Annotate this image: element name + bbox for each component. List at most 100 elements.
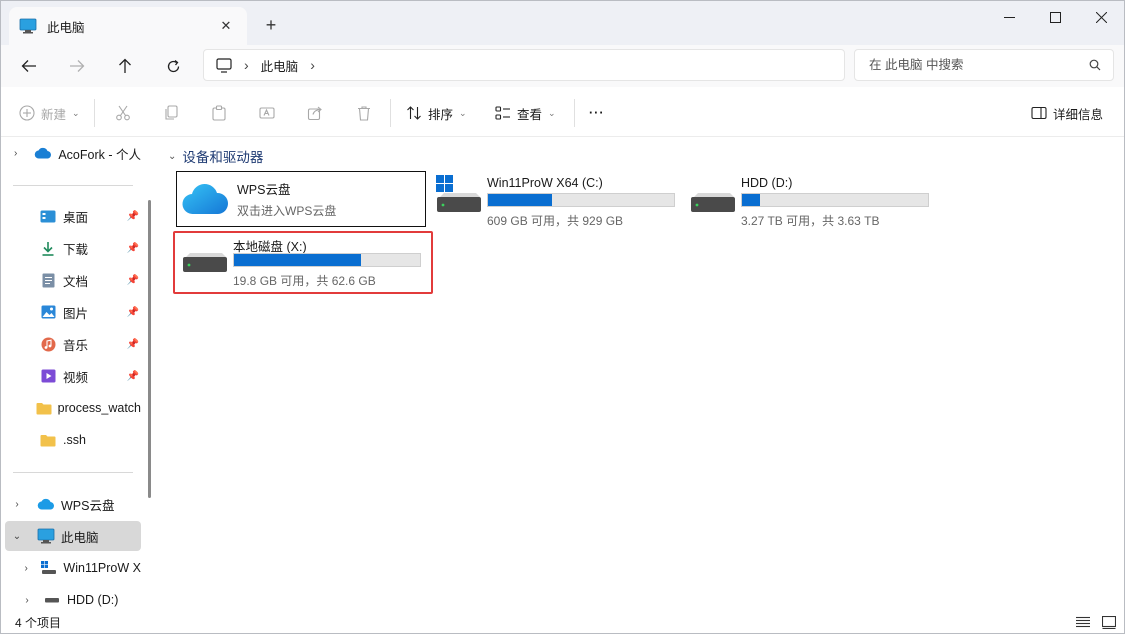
refresh-icon xyxy=(167,59,179,72)
close-window-button[interactable] xyxy=(1078,1,1124,33)
sidebar-item-downloads[interactable]: 下载 📌 xyxy=(5,233,141,263)
red-highlight-box xyxy=(173,231,433,294)
new-tab-button[interactable]: + xyxy=(259,13,283,37)
breadcrumb-this-pc[interactable]: 此电脑 xyxy=(261,56,299,75)
tiles-view-button[interactable] xyxy=(1100,613,1118,631)
address-row: › 此电脑 › xyxy=(1,45,1124,87)
drive-space-info: 609 GB 可用，共 929 GB xyxy=(487,214,624,228)
new-button[interactable]: 新建 ⌄ xyxy=(19,98,80,128)
chevron-right-icon[interactable]: › xyxy=(11,499,23,510)
rename-button[interactable] xyxy=(259,98,275,128)
chevron-down-icon[interactable]: ⌄ xyxy=(168,151,176,162)
divider xyxy=(574,99,575,127)
drive-d-tile[interactable]: HDD (D:) 3.27 TB 可用，共 3.63 TB xyxy=(690,175,950,231)
cloud-icon xyxy=(34,145,52,161)
pin-icon: 📌 xyxy=(126,274,139,286)
sidebar-item-onedrive[interactable]: › AcoFork - 个人 xyxy=(5,138,141,168)
system-drive-icon xyxy=(41,560,57,576)
view-button[interactable]: 查看 ⌄ xyxy=(495,98,556,128)
view-list-icon xyxy=(495,106,510,120)
pin-icon: 📌 xyxy=(126,338,139,350)
sidebar-item-label: 文档 xyxy=(63,274,89,289)
paste-button[interactable] xyxy=(211,98,227,128)
status-bar: 4 个项目 xyxy=(1,609,1124,633)
drive-usage-bar xyxy=(487,193,675,207)
sidebar-scrollbar[interactable] xyxy=(148,200,151,498)
details-pane-button[interactable]: 详细信息 xyxy=(1031,98,1103,128)
sidebar-item-music[interactable]: 音乐 📌 xyxy=(5,329,141,359)
file-explorer-window: 此电脑 ✕ + › 此电脑 › 在 此电脑 中搜索 新建 ⌄ 排序 ⌄ 查看 ⌄… xyxy=(0,0,1125,634)
chevron-right-icon[interactable]: › xyxy=(21,563,31,574)
details-pane-icon xyxy=(1031,106,1047,120)
more-options-button[interactable]: ··· xyxy=(589,98,605,128)
wps-cloud-tile[interactable]: WPS云盘 双击进入WPS云盘 xyxy=(176,171,426,227)
search-box[interactable] xyxy=(854,49,1114,81)
up-button[interactable] xyxy=(109,51,141,81)
cut-button[interactable] xyxy=(115,98,131,128)
maximize-button[interactable] xyxy=(1032,1,1078,33)
chevron-right-icon[interactable]: › xyxy=(21,595,33,606)
sidebar-item-this-pc[interactable]: ⌄ 此电脑 xyxy=(5,521,141,551)
chevron-down-icon: ⌄ xyxy=(548,107,556,118)
breadcrumb-expand-icon[interactable]: › xyxy=(310,57,315,73)
computer-icon xyxy=(37,528,55,544)
chevron-right-icon[interactable]: › xyxy=(11,148,20,159)
close-icon xyxy=(1095,11,1107,23)
minimize-icon xyxy=(1003,16,1015,18)
sidebar-divider xyxy=(13,185,133,186)
sidebar-item-drive-d[interactable]: › HDD (D:) xyxy=(5,585,141,609)
sidebar-item-wps-cloud[interactable]: › WPS云盘 xyxy=(5,489,141,519)
details-view-button[interactable] xyxy=(1074,613,1092,631)
sort-label: 排序 xyxy=(428,107,454,122)
folder-icon xyxy=(36,400,52,416)
sidebar-item-label: WPS云盘 xyxy=(61,498,115,513)
tab-this-pc[interactable]: 此电脑 ✕ xyxy=(9,7,247,45)
drive-c-tile[interactable]: Win11ProW X64 (C:) 609 GB 可用，共 929 GB xyxy=(436,175,696,231)
pin-icon: 📌 xyxy=(126,306,139,318)
sidebar-item-label: process_watch xyxy=(57,401,141,415)
pin-icon: 📌 xyxy=(126,210,139,222)
search-icon xyxy=(1089,59,1101,71)
sidebar-item-ssh[interactable]: .ssh xyxy=(5,425,141,455)
chevron-down-icon[interactable]: ⌄ xyxy=(11,531,23,542)
details-label: 详细信息 xyxy=(1053,107,1104,122)
sort-button[interactable]: 排序 ⌄ xyxy=(406,98,467,128)
wps-cloud-icon xyxy=(37,496,55,512)
delete-button[interactable] xyxy=(356,98,372,128)
sidebar-item-documents[interactable]: 文档 📌 xyxy=(5,265,141,295)
share-button[interactable] xyxy=(307,98,323,128)
video-icon xyxy=(39,368,57,384)
wps-cloud-name: WPS云盘 xyxy=(237,183,291,197)
title-bar: 此电脑 ✕ + xyxy=(1,1,1124,45)
sidebar-item-drive-c[interactable]: › Win11ProW X xyxy=(5,553,141,583)
sidebar-item-desktop[interactable]: 桌面 📌 xyxy=(5,201,141,231)
chevron-down-icon: ⌄ xyxy=(459,107,467,118)
refresh-button[interactable] xyxy=(157,51,189,81)
group-title: 设备和驱动器 xyxy=(182,150,264,165)
arrow-right-icon xyxy=(70,60,85,72)
sidebar-item-pictures[interactable]: 图片 📌 xyxy=(5,297,141,327)
maximize-icon xyxy=(1049,11,1061,23)
close-tab-icon[interactable]: ✕ xyxy=(215,15,237,37)
drive-usage-bar xyxy=(741,193,929,207)
sidebar-item-videos[interactable]: 视频 📌 xyxy=(5,361,141,391)
folder-icon xyxy=(39,432,57,448)
sort-icon xyxy=(407,106,421,120)
list-view-icon xyxy=(1076,616,1090,628)
back-button[interactable] xyxy=(13,51,45,81)
minimize-button[interactable] xyxy=(986,1,1032,33)
hard-drive-icon xyxy=(691,193,735,212)
trash-icon xyxy=(358,106,370,121)
sidebar-item-label: 视频 xyxy=(63,370,89,385)
copy-button[interactable] xyxy=(163,98,179,128)
sidebar-item-label: 桌面 xyxy=(63,210,89,225)
forward-button[interactable] xyxy=(61,51,93,81)
arrow-up-icon xyxy=(119,58,131,73)
group-header-devices[interactable]: ⌄ 设备和驱动器 xyxy=(168,146,263,166)
address-bar[interactable]: › 此电脑 › xyxy=(203,49,845,81)
breadcrumb-separator-icon[interactable]: › xyxy=(244,57,249,73)
divider xyxy=(390,99,391,127)
sidebar-item-process-watch[interactable]: process_watch xyxy=(5,393,141,423)
search-input[interactable] xyxy=(869,58,1089,72)
scissors-icon xyxy=(116,105,130,121)
